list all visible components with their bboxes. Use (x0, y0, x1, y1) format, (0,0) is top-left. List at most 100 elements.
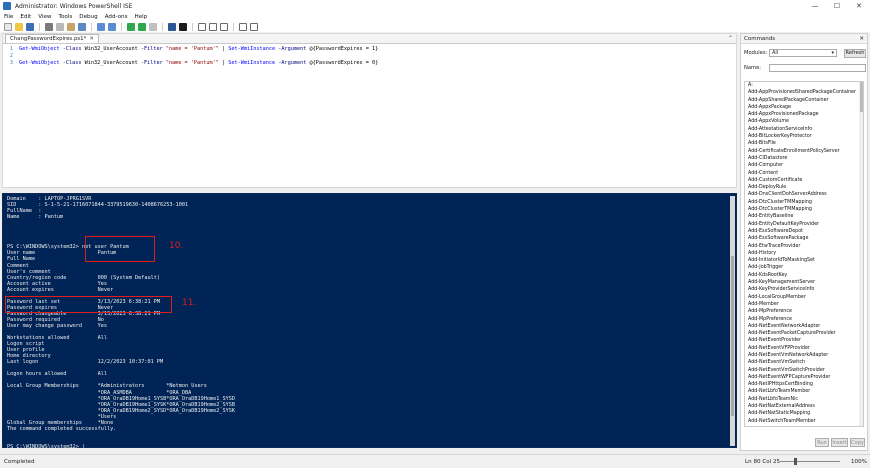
command-list-item[interactable]: Add-AppSharedPackageContainer (745, 97, 863, 104)
minimize-button[interactable]: — (804, 0, 826, 12)
command-list-item[interactable]: Add-MpPreference (745, 308, 863, 315)
open-folder-icon[interactable] (15, 22, 23, 31)
show-script-pane-right-icon[interactable] (209, 22, 217, 31)
command-list-item[interactable]: Add-AttestationServiceInfo (745, 126, 863, 133)
menu-view[interactable]: View (38, 14, 51, 20)
command-list-item[interactable]: Add-AppProvisionedSharedPackageContainer (745, 89, 863, 96)
undo-icon[interactable] (97, 22, 105, 31)
copy-icon[interactable] (56, 22, 64, 31)
commands-list[interactable]: A: Add-AppProvisionedSharedPackageContain… (744, 81, 864, 427)
insert-button[interactable]: Insert (831, 438, 848, 447)
close-button[interactable]: ✕ (848, 0, 870, 12)
maximize-button[interactable]: ☐ (826, 0, 848, 12)
command-list-item[interactable]: Add-KdsRootKey (745, 272, 863, 279)
command-list-item[interactable]: Add-NetNatStaticMapping (745, 410, 863, 417)
refresh-button[interactable]: Refresh (844, 48, 866, 58)
command-list-item[interactable]: Add-KeyProviderServiceInfo (745, 286, 863, 293)
command-list-item[interactable]: Add-CertificateEnrollmentPolicyServer (745, 148, 863, 155)
code-line: 1 Get-WmiObject -Class Win32_UserAccount … (3, 45, 736, 52)
command-list-item[interactable]: Add-EntityBaseline (745, 213, 863, 220)
command-list-item[interactable]: Add-NetEventWFPCaptureProvider (745, 374, 863, 381)
command-list-item[interactable]: Add-DtcClusterTMMapping (745, 199, 863, 206)
command-list-item[interactable]: Add-Member (745, 301, 863, 308)
menu-file[interactable]: File (4, 14, 13, 20)
commands-scroll-thumb[interactable] (859, 82, 863, 112)
stop-icon[interactable] (149, 22, 157, 31)
menu-edit[interactable]: Edit (20, 14, 31, 20)
command-list-item[interactable]: Add-NetEventVmSwitchProvider (745, 367, 863, 374)
new-file-icon[interactable] (4, 22, 12, 31)
command-list-item[interactable]: Add-NetLbfoTeamMember (745, 388, 863, 395)
menu-tools[interactable]: Tools (59, 14, 73, 20)
command-list-item[interactable]: Add-Computer (745, 162, 863, 169)
zoom-slider[interactable] (780, 458, 840, 465)
show-script-pane-top-icon[interactable] (198, 22, 206, 31)
command-list-item[interactable]: Add-KeyManagementServer (745, 279, 863, 286)
close-tab-icon[interactable]: ✕ (89, 36, 94, 42)
show-addon-icon[interactable] (250, 22, 258, 31)
command-list-item[interactable]: Add-BitLockerKeyProtector (745, 133, 863, 140)
command-list-item[interactable]: Add-NetEventVmSwitch (745, 359, 863, 366)
command-list-item[interactable]: Add-AppxPackage (745, 104, 863, 111)
run-selection-icon[interactable] (138, 22, 146, 31)
run-script-icon[interactable] (127, 22, 135, 31)
command-list-item[interactable]: Add-History (745, 250, 863, 257)
paste-icon[interactable] (67, 22, 75, 31)
show-commands-icon[interactable] (239, 22, 247, 31)
code-editor[interactable]: 1 Get-WmiObject -Class Win32_UserAccount … (3, 45, 736, 187)
command-list-item[interactable]: Add-DnsClientDohServerAddress (745, 191, 863, 198)
console-pane[interactable]: Domain : LAPTOP-JPRG1SVR SID : S-1-5-21-1… (2, 193, 737, 450)
command-list-item[interactable]: Add-DtcClusterTMMapping (745, 206, 863, 213)
tab-changpasswordexpires[interactable]: ChangPasswordExpires.ps1* ✕ (5, 34, 99, 43)
copy-button[interactable]: Copy (850, 438, 865, 447)
command-list-item[interactable]: A: (745, 82, 863, 89)
command-list-item[interactable]: Add-NetLbfoTeamNic (745, 396, 863, 403)
command-list-item[interactable]: Add-NetEventProvider (745, 337, 863, 344)
command-list-item[interactable]: Add-NetSwitchTeamMember (745, 418, 863, 425)
redo-icon[interactable] (108, 22, 116, 31)
start-powershell-icon[interactable] (179, 22, 187, 31)
show-script-pane-max-icon[interactable] (220, 22, 228, 31)
command-list-item[interactable]: Add-InitiatorIdToMaskingSet (745, 257, 863, 264)
command-list-item[interactable]: Add-CIDatastore (745, 155, 863, 162)
command-list-item[interactable]: Add-EtwTraceProvider (745, 243, 863, 250)
command-list-item[interactable]: Add-CustomCertificate (745, 177, 863, 184)
command-list-item[interactable]: Add-EntityDefaultKeyProvider (745, 221, 863, 228)
command-list-item[interactable]: Add-NetEventPacketCaptureProvider (745, 330, 863, 337)
menu-add-ons[interactable]: Add-ons (105, 14, 128, 20)
clear-icon[interactable] (78, 22, 86, 31)
zoom-slider-knob[interactable] (794, 458, 797, 465)
command-list-item[interactable]: Add-NetEventVmNetworkAdapter (745, 352, 863, 359)
console-scrollbar[interactable] (730, 196, 735, 446)
command-list-item[interactable]: Add-LocalGroupMember (745, 294, 863, 301)
menu-help[interactable]: Help (135, 14, 148, 20)
command-list-item[interactable]: Add-Content (745, 170, 863, 177)
code-token: Get-WmiObject (19, 59, 60, 66)
command-list-item[interactable]: Add-AppxVolume (745, 118, 863, 125)
collapse-script-pane-icon[interactable]: ⌃ (728, 35, 733, 42)
save-icon[interactable] (26, 22, 34, 31)
cut-icon[interactable] (45, 22, 53, 31)
run-button[interactable]: Run (815, 438, 829, 447)
name-filter-input[interactable] (769, 64, 866, 72)
console-scroll-thumb[interactable] (731, 256, 734, 416)
command-list-item[interactable]: Add-NetNatExternalAddress (745, 403, 863, 410)
command-list-item[interactable]: Add-EsxSoftwareDepot (745, 228, 863, 235)
command-list-item[interactable]: Add-MpPreference (745, 316, 863, 323)
command-list-item[interactable]: Add-JobTrigger (745, 264, 863, 271)
command-list-item[interactable]: Add-NetEventVFPProvider (745, 345, 863, 352)
new-remote-tab-icon[interactable] (168, 22, 176, 31)
command-list-item[interactable]: Add-DeployRule (745, 184, 863, 191)
line-number: 2 (9, 52, 13, 59)
modules-select[interactable]: All ▾ (769, 49, 837, 57)
close-commands-icon[interactable]: ✕ (859, 36, 864, 42)
command-list-item[interactable]: Add-AppxProvisionedPackage (745, 111, 863, 118)
code-token: -Argument (275, 45, 310, 52)
code-token: | (218, 59, 229, 66)
menu-debug[interactable]: Debug (79, 14, 97, 20)
command-list-item[interactable]: Add-NetEventNetworkAdapter (745, 323, 863, 330)
command-list-item[interactable]: Add-NetIPHttpsCertBinding (745, 381, 863, 388)
command-list-item[interactable]: Add-EsxSoftwarePackage (745, 235, 863, 242)
command-list-item[interactable]: Add-BitsFile (745, 140, 863, 147)
commands-scrollbar[interactable] (859, 82, 863, 426)
